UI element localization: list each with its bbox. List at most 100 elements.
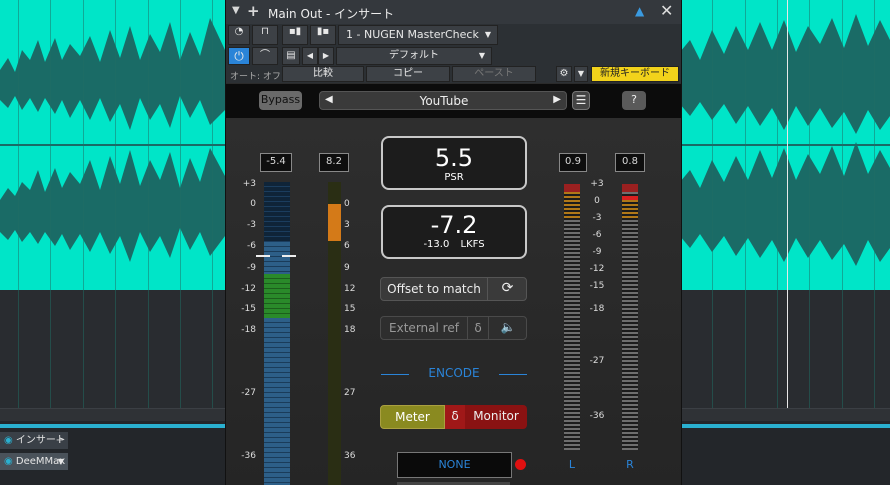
- bypass-button[interactable]: Bypass: [259, 91, 302, 110]
- add-insert-icon[interactable]: +: [56, 432, 64, 450]
- meter-button[interactable]: Meter: [380, 405, 445, 429]
- scale-tick-label: 3: [344, 220, 350, 230]
- external-delta-button[interactable]: δ: [468, 321, 488, 335]
- power-icon: ◉: [4, 435, 13, 446]
- peak-r-value: 0.8: [615, 153, 645, 172]
- peak-meter-right: [622, 184, 638, 450]
- pin-icon[interactable]: ▲: [635, 4, 644, 18]
- playhead-cursor[interactable]: [787, 0, 788, 410]
- peak-clip-left: [564, 184, 580, 192]
- offset-to-match-group: Offset to match ⟳: [380, 277, 527, 301]
- inspector-insert-header[interactable]: ◉ インサート +: [0, 432, 68, 450]
- window-title: Main Out - インサート: [268, 7, 395, 21]
- chevron-down-icon: ▼: [484, 30, 491, 39]
- record-indicator-icon: [515, 459, 526, 470]
- target-preset-label: YouTube: [419, 94, 469, 108]
- scale-tick-label: -3: [247, 220, 256, 230]
- scale-tick-label: 27: [344, 388, 356, 398]
- peak-warn-left: [564, 192, 580, 218]
- scale-tick-label: +3: [242, 179, 256, 189]
- encode-heading: ENCODE: [428, 366, 480, 380]
- gear-icon[interactable]: ⚙: [556, 66, 572, 82]
- paste-button[interactable]: ペースト: [452, 66, 536, 82]
- scale-tick-label: 18: [344, 325, 356, 335]
- plugin-window: ▼ + Main Out - インサート ▲ ✕ ◔ ⊓ ▪▮ ▮▪ 1 - N…: [225, 0, 682, 485]
- preset-select[interactable]: デフォルト ▼: [336, 47, 492, 65]
- compare-button[interactable]: 比較: [282, 66, 364, 82]
- scale-tick-label: -18: [241, 325, 256, 335]
- codec-select[interactable]: NONE: [397, 452, 512, 478]
- help-button[interactable]: ?: [622, 91, 646, 110]
- scale-tick-label: -6: [592, 230, 602, 240]
- scale-tick-label: -9: [247, 263, 256, 273]
- scale-tick-label: 0: [594, 196, 600, 206]
- refresh-icon[interactable]: ⟳: [488, 280, 527, 296]
- next-preset-icon[interactable]: ▶: [318, 47, 334, 65]
- scale-tick-label: -27: [589, 356, 605, 366]
- automation-icon[interactable]: ⌒: [252, 47, 278, 65]
- preset-row: ⏻ ⌒ ▤ ◀ ▶ デフォルト ▼: [226, 46, 681, 66]
- scale-tick-label: -36: [589, 411, 605, 421]
- speaker-icon[interactable]: 🔈: [489, 320, 527, 334]
- add-icon[interactable]: +: [247, 2, 260, 20]
- new-keyboard-button[interactable]: 新規キーボード: [591, 66, 679, 82]
- monitor-button[interactable]: Monitor: [465, 405, 527, 429]
- channel-r-label: R: [626, 458, 634, 471]
- external-ref-button[interactable]: External ref: [381, 321, 467, 335]
- chevron-down-icon[interactable]: ▼: [574, 66, 588, 82]
- external-ref-group: External ref δ 🔈: [380, 316, 527, 340]
- preset-list-icon[interactable]: ☰: [572, 91, 590, 110]
- loudness-target-range: [264, 274, 290, 318]
- prev-preset-icon[interactable]: ◀: [302, 47, 318, 65]
- psr-meter-fill: [328, 204, 341, 241]
- plugin-slot-select[interactable]: 1 - NUGEN MasterCheck ▼: [338, 25, 498, 45]
- peak-warn-right: [622, 200, 638, 218]
- title-bar[interactable]: ▼ + Main Out - インサート ▲ ✕: [226, 0, 681, 24]
- plugin-preset-bar: Bypass ◀ YouTube ▶ ☰ ?: [226, 84, 681, 118]
- encode-delta-button[interactable]: δ: [445, 405, 465, 429]
- channel-l-label: L: [568, 458, 576, 471]
- close-icon[interactable]: ✕: [660, 1, 673, 20]
- scale-tick-label: 9: [344, 263, 350, 273]
- scale-tick-label: -12: [589, 264, 605, 274]
- encode-divider: [381, 374, 409, 375]
- chevron-down-icon: ▼: [478, 51, 485, 60]
- lkfs-sub-value: -13.0: [423, 239, 450, 250]
- next-icon[interactable]: ▶: [553, 94, 561, 105]
- chevron-down-icon[interactable]: ▼: [232, 5, 240, 16]
- plugin-edit-icon[interactable]: ▮▪: [310, 25, 336, 45]
- scale-tick-label: 0: [344, 199, 350, 209]
- psr-meter-value: 8.2: [319, 153, 349, 172]
- offset-to-match-button[interactable]: Offset to match: [381, 282, 487, 296]
- power-icon: ◉: [4, 456, 13, 467]
- psr-label: PSR: [444, 172, 464, 183]
- scale-tick-label: -3: [592, 213, 602, 223]
- selection-strip-right: [680, 424, 890, 428]
- scale-tick-label: 36: [344, 451, 356, 461]
- preset-file-icon[interactable]: ▤: [282, 47, 300, 65]
- power-icon[interactable]: ⏻: [228, 47, 250, 65]
- scale-tick-label: +3: [590, 179, 604, 189]
- target-preset-select[interactable]: ◀ YouTube ▶: [319, 91, 567, 110]
- lkfs-label: LKFS: [460, 239, 485, 250]
- loudness-meter-fill-lower: [264, 318, 290, 485]
- scale-tick-label: 15: [344, 304, 356, 314]
- power-dial-icon[interactable]: ◔: [228, 25, 250, 45]
- copy-button[interactable]: コピー: [366, 66, 450, 82]
- scale-tick-label: -12: [241, 284, 256, 294]
- peak-meter-left: [564, 184, 580, 450]
- scale-tick-label: -27: [241, 388, 256, 398]
- inspector-plugin-slot[interactable]: ◉ DeeMMax ▼: [0, 453, 68, 471]
- scale-tick-label: -15: [241, 304, 256, 314]
- peak-clip-right: [622, 184, 638, 192]
- chevron-down-icon[interactable]: ▼: [58, 453, 64, 471]
- scale-tick-label: 12: [344, 284, 356, 294]
- scale-tick-label: -15: [589, 281, 605, 291]
- target-marker: [256, 255, 270, 257]
- lkfs-value: -7.2: [430, 211, 478, 239]
- psr-readout: 5.5 PSR: [381, 136, 527, 190]
- peak-l-value: 0.9: [559, 153, 587, 172]
- plugin-view-icon[interactable]: ▪▮: [282, 25, 308, 45]
- routing-icon[interactable]: ⊓: [252, 25, 278, 45]
- scale-tick-label: -36: [241, 451, 256, 461]
